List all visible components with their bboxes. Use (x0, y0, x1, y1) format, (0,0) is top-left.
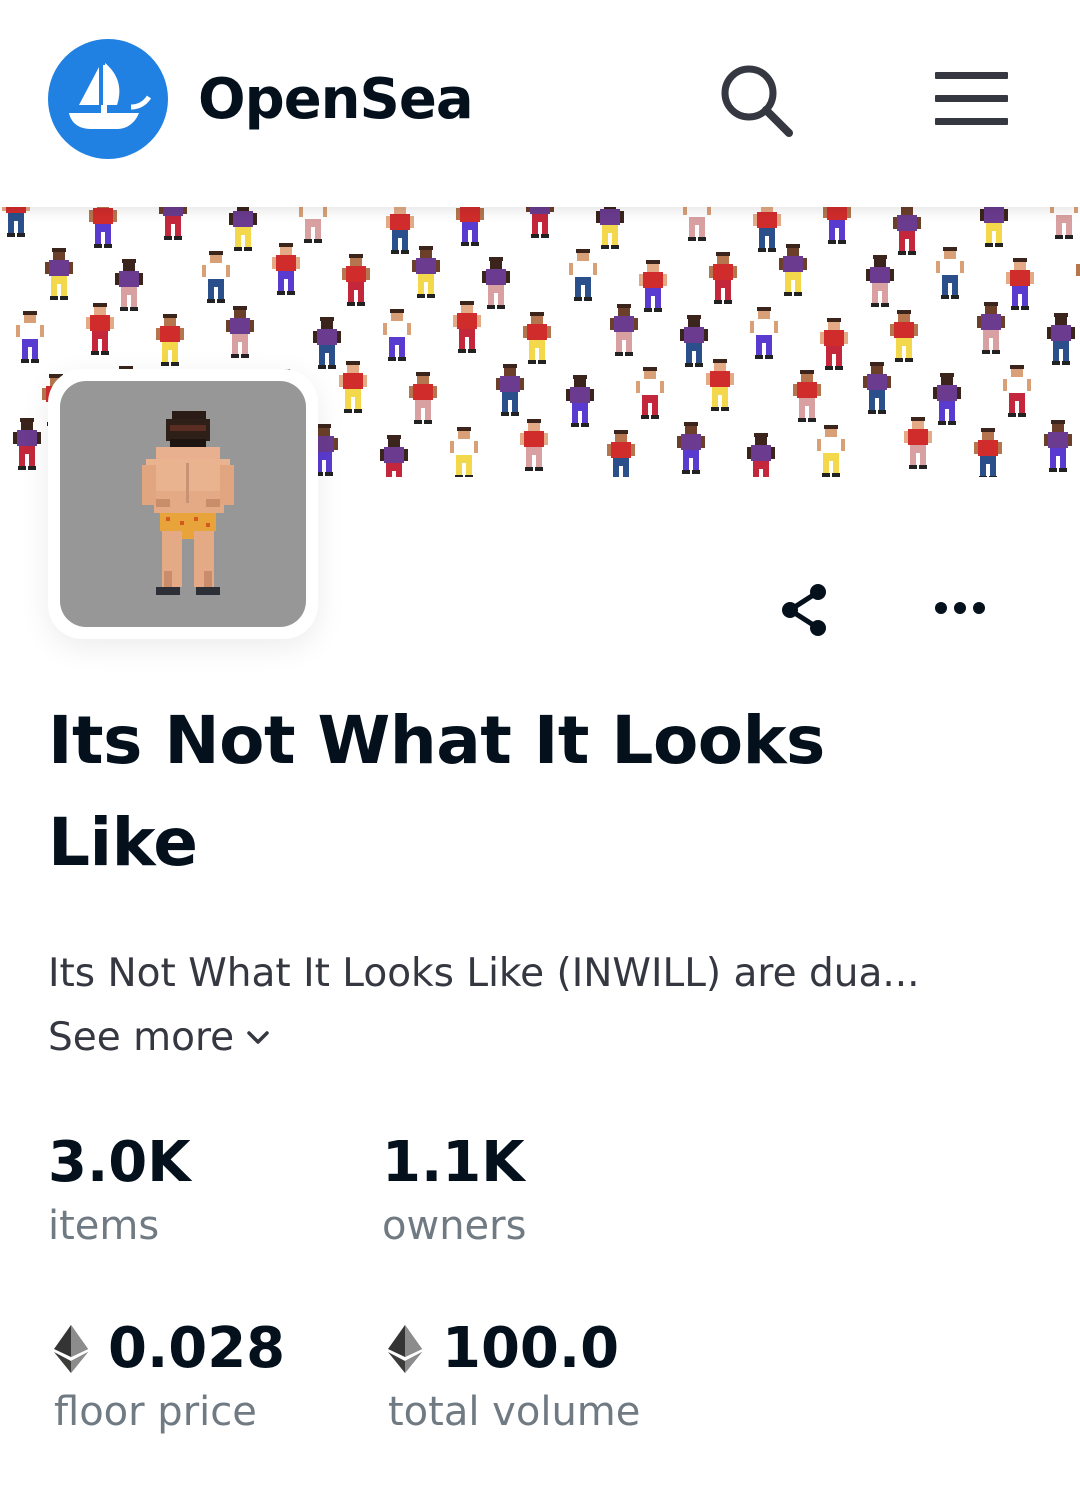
more-options-icon (935, 602, 985, 614)
ethereum-icon (388, 1325, 422, 1373)
collection-title: Its Not What It Looks Like (48, 702, 825, 881)
see-more-button[interactable]: See more (48, 1010, 270, 1066)
avatar-image (60, 381, 306, 627)
stat-floor-price-value: 0.028 (108, 1316, 286, 1381)
collection-avatar[interactable] (48, 369, 318, 639)
stat-items[interactable]: 3.0K items (48, 1128, 191, 1254)
opensea-logo-icon[interactable] (48, 39, 168, 159)
ethereum-icon (54, 1325, 88, 1373)
share-icon (782, 584, 826, 636)
brand-name[interactable]: OpenSea (198, 68, 474, 132)
search-icon (721, 65, 793, 137)
stat-owners-value: 1.1K (382, 1130, 525, 1195)
top-nav-bar: OpenSea (0, 0, 1080, 207)
stat-total-volume-value: 100.0 (442, 1316, 620, 1381)
see-more-label: See more (48, 1015, 235, 1060)
search-button[interactable] (714, 58, 798, 142)
stat-owners[interactable]: 1.1K owners (382, 1128, 526, 1254)
chevron-down-icon (247, 1031, 269, 1044)
collection-description: Its Not What It Looks Like (INWILL) are … (48, 951, 920, 996)
stat-owners-label: owners (382, 1203, 527, 1249)
stat-total-volume[interactable]: 100.0 total volume (388, 1314, 640, 1440)
more-options-button[interactable] (928, 588, 992, 628)
hamburger-menu-button[interactable] (930, 70, 1014, 130)
stat-items-value: 3.0K (48, 1130, 191, 1195)
stat-floor-price-label: floor price (54, 1389, 257, 1435)
stat-floor-price[interactable]: 0.028 floor price (54, 1314, 285, 1440)
stat-items-label: items (48, 1203, 160, 1249)
hamburger-menu-icon (935, 72, 1008, 79)
share-button[interactable] (772, 578, 836, 642)
stat-total-volume-label: total volume (388, 1389, 641, 1435)
